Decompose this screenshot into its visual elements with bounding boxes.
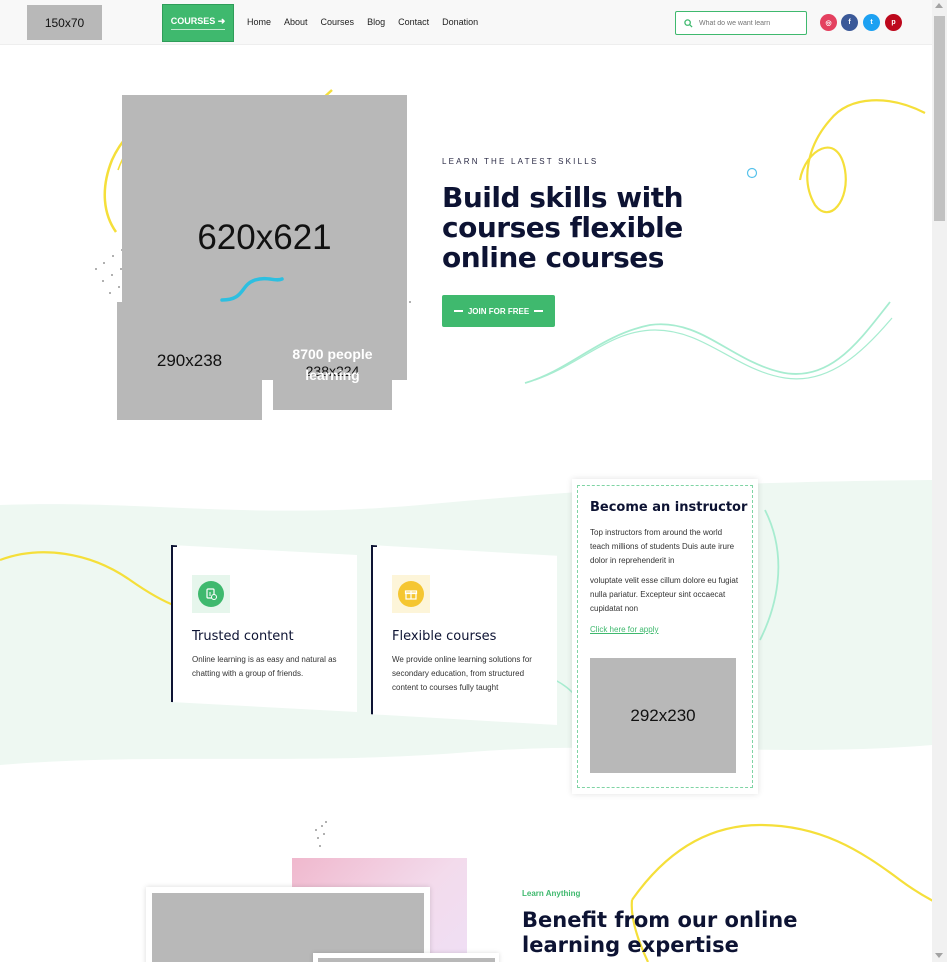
feature-title-flexible: Flexible courses [392, 629, 497, 644]
join-for-free-button[interactable]: JOIN FOR FREE [442, 295, 555, 327]
benefit-kicker: Learn Anything [522, 889, 581, 898]
join-button-label: JOIN FOR FREE [467, 306, 530, 316]
search-box[interactable] [675, 11, 807, 35]
instructor-image: 292x230 [590, 658, 736, 773]
scroll-down-arrow-icon[interactable] [935, 953, 943, 958]
apply-link[interactable]: Click here for apply [590, 625, 658, 634]
courses-button-label: COURSES [170, 16, 216, 26]
feature-text-flexible: We provide online learning solutions for… [392, 655, 532, 692]
feature-text-trusted: Online learning is as easy and natural a… [192, 655, 337, 678]
instagram-glyph: ◎ [825, 19, 832, 27]
instructor-text-2: voluptate velit esse cillum dolore eu fu… [590, 576, 739, 613]
benefit-title: Benefit from our online learning experti… [522, 908, 798, 957]
instructor-text-1: Top instructors from around the world te… [590, 528, 735, 565]
benefit-image [152, 893, 424, 962]
nav-donation[interactable]: Donation [442, 17, 478, 27]
nav-about[interactable]: About [284, 17, 308, 27]
site-logo[interactable]: 150x70 [27, 5, 102, 40]
search-icon [684, 18, 693, 28]
instructor-title: Become an instructor [590, 500, 748, 515]
hero-title: Build skills with courses flexible onlin… [442, 181, 684, 274]
site-header: 150x70 COURSES ➜ Home About Courses Blog… [0, 0, 932, 45]
dash-left-icon [453, 310, 463, 312]
nav-contact[interactable]: Contact [398, 17, 429, 27]
dash-right-icon [534, 310, 544, 312]
card-bracket [371, 545, 377, 725]
courses-menu-button[interactable]: COURSES ➜ [162, 4, 234, 42]
clipboard-check-icon [198, 581, 224, 607]
search-input[interactable] [699, 19, 799, 27]
nav-courses[interactable]: Courses [321, 17, 355, 27]
scrollbar-thumb[interactable] [934, 16, 945, 221]
hero-small-image: 290x238 [117, 302, 262, 420]
hero-kicker: LEARN THE LATEST SKILLS [442, 157, 599, 166]
feature-icon-box [392, 575, 430, 613]
benefit-image-2 [318, 958, 495, 962]
nav-blog[interactable]: Blog [367, 17, 385, 27]
arrow-down-icon: ➜ [217, 16, 226, 26]
feature-title-trusted: Trusted content [192, 629, 294, 644]
main-nav: Home About Courses Blog Contact Donation [247, 17, 478, 27]
twitter-icon[interactable]: t [863, 14, 880, 31]
pinterest-glyph: p [891, 19, 896, 26]
nav-home[interactable]: Home [247, 17, 271, 27]
scroll-up-arrow-icon[interactable] [935, 3, 943, 8]
twitter-glyph: t [870, 19, 873, 26]
learners-count: 8700 people learning [292, 346, 373, 383]
facebook-glyph: f [848, 19, 851, 26]
facebook-icon[interactable]: f [841, 14, 858, 31]
feature-icon-box [192, 575, 230, 613]
pinterest-icon[interactable]: p [885, 14, 902, 31]
card-bracket [171, 545, 177, 712]
gift-box-icon [398, 581, 424, 607]
instagram-icon[interactable]: ◎ [820, 14, 837, 31]
